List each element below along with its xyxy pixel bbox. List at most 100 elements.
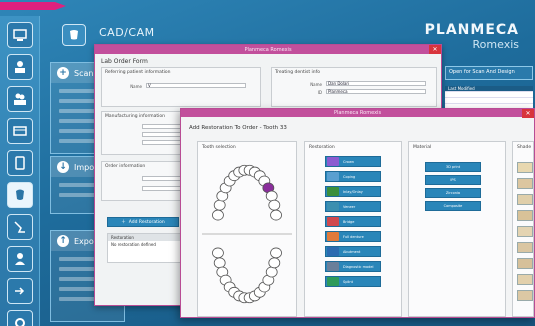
restoration-icon — [327, 247, 339, 256]
dialog-titlebar[interactable]: Planmeca Romexis ✕ — [181, 109, 534, 118]
shade-swatch[interactable] — [517, 290, 533, 301]
group-title: Order information — [105, 164, 146, 169]
panel-title: Tooth selection — [202, 145, 236, 150]
rail-tablet-icon[interactable] — [7, 150, 33, 176]
restoration-option[interactable]: Splint — [325, 276, 381, 287]
tooth[interactable] — [265, 190, 278, 202]
tooth[interactable] — [268, 199, 281, 211]
open-scan-design-button[interactable]: Open for Scan And Design — [445, 66, 533, 80]
restoration-icon — [327, 157, 339, 166]
restoration-option[interactable]: Full denture — [325, 231, 381, 242]
restoration-option[interactable]: Veneer — [325, 201, 381, 212]
tooth[interactable] — [265, 266, 278, 278]
delivery-group: Order information — [101, 161, 191, 201]
app-title: CAD/CAM — [99, 26, 155, 39]
restoration-option[interactable]: Abutment — [325, 246, 381, 257]
rail-user-icon[interactable] — [7, 246, 33, 272]
field-label: Name — [310, 82, 322, 87]
restoration-label: Coping — [343, 174, 356, 179]
rail-tray-icon[interactable] — [7, 118, 33, 144]
plus-icon: + — [57, 67, 69, 79]
app-window: CAD/CAM PLANMECA Romexis + Scan ↓ Impo ↑ Ex… — [0, 0, 535, 326]
accent-arrow — [0, 2, 66, 10]
restoration-label: Diagnostic model — [343, 264, 374, 269]
material-panel: Material 3D print IPS Zirconia Composite — [408, 141, 506, 317]
field-label: ID — [317, 90, 322, 95]
shade-swatch[interactable] — [517, 258, 533, 269]
shade-swatch[interactable] — [517, 242, 533, 253]
patient-info-group: Referring patient information Name V — [101, 67, 261, 107]
restoration-icon — [327, 202, 339, 211]
material-option[interactable]: 3D print — [425, 162, 481, 172]
restoration-icon — [327, 187, 339, 196]
dentist-name-field[interactable]: Dan Dolari — [326, 81, 426, 86]
rail-export-icon[interactable] — [7, 278, 33, 304]
rail-settings-icon[interactable] — [7, 310, 33, 326]
tooth-logo-icon — [62, 24, 86, 46]
restoration-option[interactable]: Inlay/Onlay — [325, 186, 381, 197]
shade-swatch[interactable] — [517, 194, 533, 205]
rail-monitor-icon[interactable] — [7, 22, 33, 48]
shade-swatch[interactable] — [517, 178, 533, 189]
restorations-table: Restoration No restoration defined — [107, 233, 185, 263]
tooth[interactable] — [213, 199, 226, 211]
section-scan-label: Scan — [74, 68, 94, 78]
rail-cadcam-icon[interactable] — [7, 182, 33, 208]
rail-scanner-icon[interactable] — [7, 214, 33, 240]
dentist-info-group: Treating dentist info Name Dan Dolari ID… — [271, 67, 437, 107]
restoration-option[interactable]: Diagnostic model — [325, 261, 381, 272]
import-icon: ↓ — [57, 161, 69, 173]
shade-swatch[interactable] — [517, 162, 533, 173]
restoration-label: Abutment — [343, 249, 361, 254]
patient-name-value: V — [148, 83, 151, 88]
restoration-label: Full denture — [343, 234, 364, 239]
plus-icon: ＋ — [121, 220, 126, 225]
tooth[interactable] — [212, 209, 224, 221]
restoration-icon — [327, 172, 339, 181]
group-title: Referring patient information — [105, 70, 171, 75]
dentist-id-value: Planmeca — [328, 89, 348, 94]
dentist-id-field[interactable]: Planmeca — [326, 89, 426, 94]
group-title: Manufacturing information — [105, 114, 165, 119]
tooth-selection-panel: Tooth selection — [197, 141, 297, 317]
add-restoration-button[interactable]: ＋ Add Restoration — [107, 217, 179, 227]
dialog-title: Planmeca Romexis — [244, 46, 292, 53]
panel-title: Material — [413, 145, 432, 150]
restoration-icon — [327, 232, 339, 241]
material-option[interactable]: Composite — [425, 201, 481, 211]
table-row[interactable] — [445, 98, 533, 104]
manufacturing-group: Manufacturing information — [101, 111, 191, 155]
shade-swatch[interactable] — [517, 210, 533, 221]
tooth[interactable] — [270, 247, 282, 259]
shade-panel: Shade — [512, 141, 534, 317]
rail-patients-icon[interactable] — [7, 86, 33, 112]
close-icon[interactable]: ✕ — [522, 109, 534, 118]
tooth[interactable] — [270, 209, 282, 221]
add-restoration-label: Add Restoration — [128, 219, 165, 225]
material-option[interactable]: IPS — [425, 175, 481, 185]
table-row[interactable]: No restoration defined — [108, 241, 184, 248]
close-icon[interactable]: ✕ — [429, 45, 441, 54]
rail-patient-icon[interactable] — [7, 54, 33, 80]
export-icon: ↑ — [57, 235, 69, 247]
tooth[interactable] — [213, 257, 226, 269]
material-option[interactable]: Zirconia — [425, 188, 481, 198]
restoration-option[interactable]: Coping — [325, 171, 381, 182]
brand-name: PLANMECA — [424, 22, 519, 38]
field-label: Name — [130, 84, 142, 89]
recent-orders-table: Last Modified — [445, 86, 533, 110]
restoration-option[interactable]: Bridge — [325, 216, 381, 227]
restoration-label: Crown — [343, 159, 355, 164]
tooth[interactable] — [212, 247, 224, 259]
shade-swatch[interactable] — [517, 226, 533, 237]
restoration-option[interactable]: Crown — [325, 156, 381, 167]
tooth[interactable] — [268, 257, 281, 269]
dialog-titlebar[interactable]: Planmeca Romexis ✕ — [95, 45, 441, 54]
patient-name-field[interactable]: V — [146, 83, 246, 88]
restoration-type-panel: Restoration Crown Coping Inlay/Onlay Veneer… — [304, 141, 402, 317]
dentist-name-value: Dan Dolari — [328, 81, 350, 86]
restoration-label: Veneer — [343, 204, 356, 209]
shade-swatch[interactable] — [517, 274, 533, 285]
restoration-icon — [327, 277, 339, 286]
tooth-chart[interactable] — [198, 154, 296, 314]
